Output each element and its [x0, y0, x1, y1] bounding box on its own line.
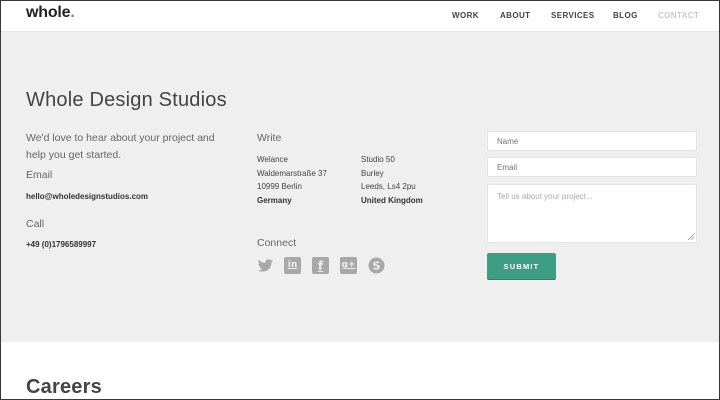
email-label: Email — [26, 169, 53, 181]
address-line: 10999 Berlin — [257, 182, 302, 191]
twitter-icon[interactable] — [257, 257, 274, 274]
address-line: Burley — [361, 168, 384, 178]
logo-dot: . — [70, 4, 75, 21]
address-line: Studio 50 — [361, 155, 395, 164]
nav-link-about[interactable]: ABOUT — [500, 11, 530, 20]
name-field[interactable] — [487, 131, 697, 151]
connect-label: Connect — [257, 237, 297, 249]
nav-link-work[interactable]: WORK — [452, 11, 479, 20]
message-textarea[interactable]: Tell us about your project... — [487, 184, 697, 243]
address-line: Leeds, Ls4 2pu — [361, 182, 416, 191]
google-plus-icon[interactable]: g+ — [340, 257, 357, 274]
write-label: Write — [257, 132, 282, 144]
intro-text: We'd love to hear about your project and… — [26, 132, 215, 161]
email-field[interactable] — [487, 157, 697, 177]
call-label: Call — [26, 218, 45, 230]
top-navigation-bar: whole. WORK ABOUT SERVICES BLOG CONTACT — [1, 1, 719, 32]
logo-text: whole — [26, 4, 71, 21]
address-leeds: Studio 50 Burley Leeds, Ls4 2pu United K… — [361, 153, 423, 207]
page-title: Whole Design Studios — [26, 89, 227, 111]
contact-section: Whole Design Studios We'd love to hear a… — [1, 32, 719, 342]
resize-handle-icon[interactable] — [688, 234, 694, 240]
submit-button[interactable]: SUBMIT — [487, 253, 556, 279]
svg-text:S: S — [373, 260, 381, 273]
skype-icon[interactable]: S — [368, 257, 385, 274]
phone-number[interactable]: +49 (0)1796589997 — [26, 240, 96, 249]
logo[interactable]: whole. — [26, 4, 75, 22]
address-line: Waldemarstraße 37 — [257, 168, 327, 178]
facebook-icon[interactable]: f — [312, 257, 329, 274]
email-link[interactable]: hello@wholedesignstudios.com — [26, 192, 148, 201]
address-berlin: Welance Waldemarstraße 37 10999 Berlin G… — [257, 153, 327, 207]
careers-heading: Careers — [26, 376, 102, 398]
address-country: Germany — [257, 195, 292, 205]
nav-link-services[interactable]: SERVICES — [551, 11, 595, 20]
linkedin-icon[interactable]: in — [284, 257, 301, 274]
nav-link-blog[interactable]: BLOG — [613, 11, 638, 20]
message-placeholder: Tell us about your project... — [497, 192, 593, 201]
address-line: Welance — [257, 155, 288, 164]
nav-link-contact[interactable]: CONTACT — [658, 11, 699, 20]
address-country: United Kingdom — [361, 195, 423, 205]
